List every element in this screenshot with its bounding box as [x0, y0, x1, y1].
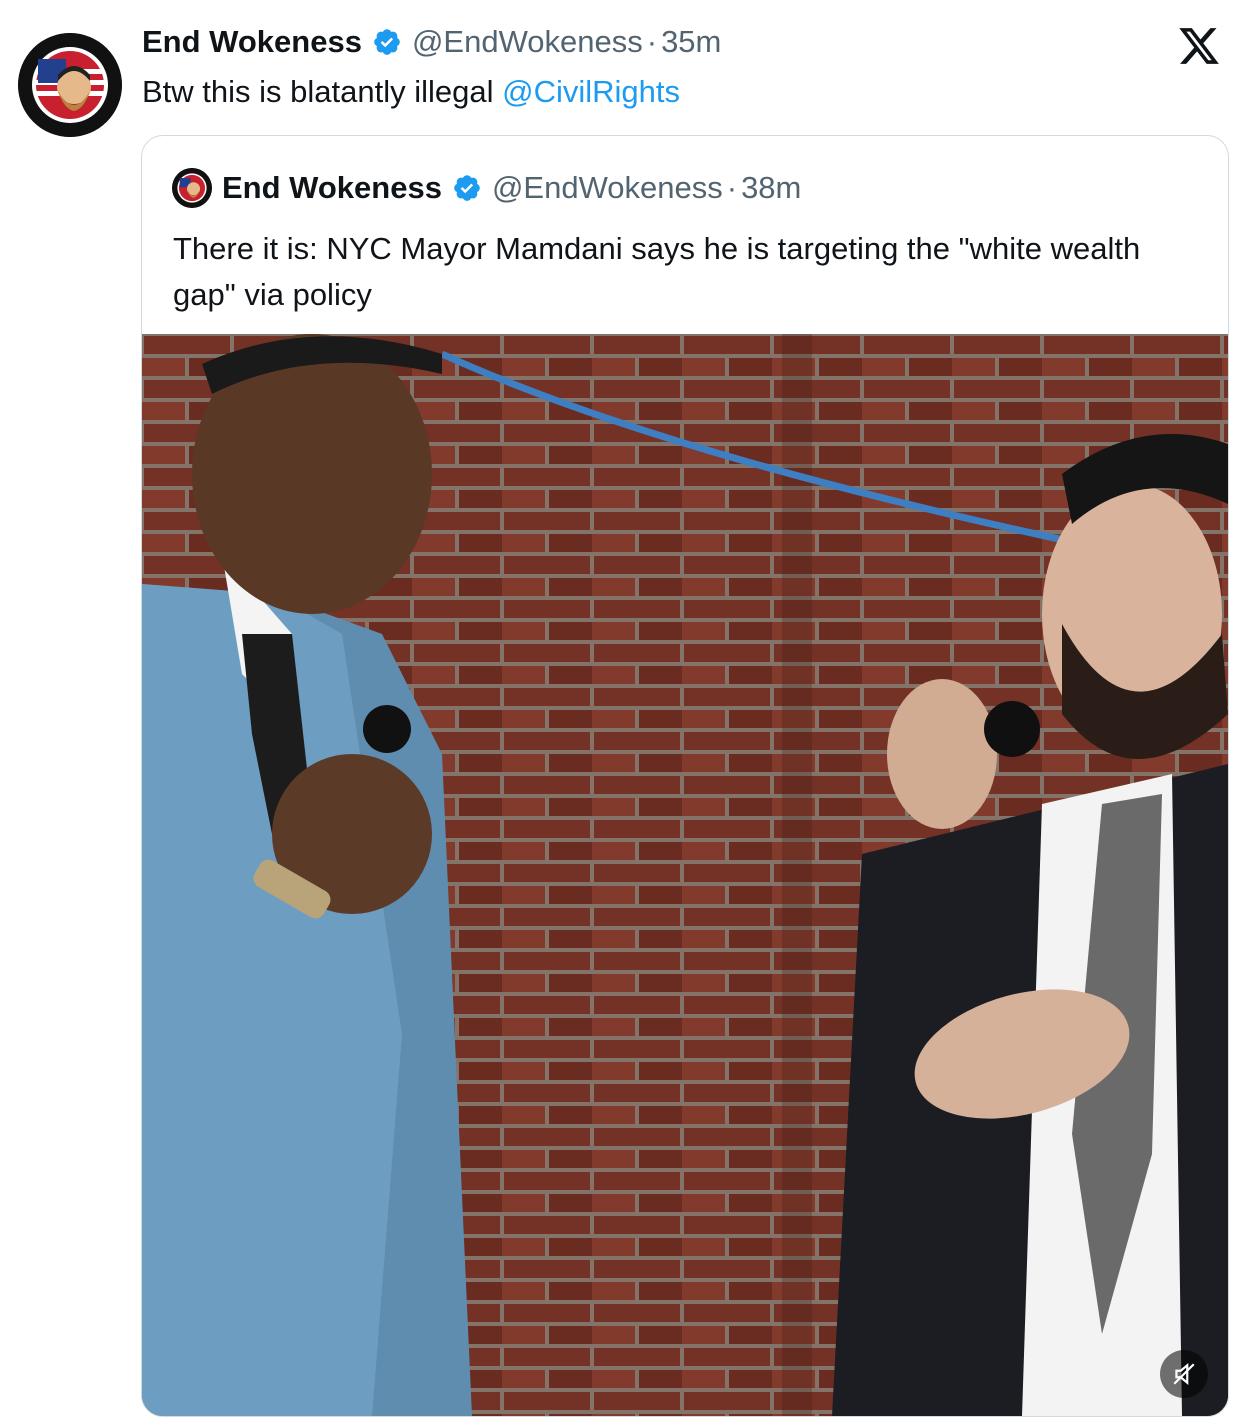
tweet-body: Btw this is blatantly illegal — [142, 74, 503, 109]
quote-author-name[interactable]: End Wokeness — [222, 168, 442, 208]
quote-timestamp[interactable]: 38m — [741, 168, 801, 208]
timestamp[interactable]: 35m — [661, 22, 721, 62]
tweet-text: Btw this is blatantly illegal @CivilRigh… — [142, 72, 680, 112]
quoted-tweet[interactable]: End Wokeness @EndWokeness · 38m There it… — [141, 135, 1229, 1417]
separator-dot: · — [646, 24, 658, 59]
quote-author-handle[interactable]: @EndWokeness — [492, 168, 723, 208]
author-handle[interactable]: @EndWokeness — [412, 22, 643, 62]
mention-link[interactable]: @CivilRights — [502, 74, 680, 109]
video-player[interactable] — [142, 334, 1228, 1416]
avatar-logo — [172, 168, 212, 208]
x-logo-icon[interactable] — [1177, 24, 1221, 68]
author-name[interactable]: End Wokeness — [142, 22, 362, 62]
verified-badge-icon — [454, 175, 480, 201]
tweet-header: End Wokeness @EndWokeness · 35m — [142, 22, 721, 62]
avatar-logo — [18, 33, 122, 137]
quote-text: There it is: NYC Mayor Mamdani says he i… — [173, 231, 1141, 312]
separator-dot: · — [726, 170, 738, 205]
muted-speaker-icon — [1173, 1363, 1195, 1385]
author-avatar[interactable] — [18, 33, 122, 137]
video-frame — [142, 334, 1228, 1416]
mute-button[interactable] — [1160, 1350, 1208, 1398]
verified-badge-icon — [374, 29, 400, 55]
quote-header: End Wokeness @EndWokeness · 38m — [172, 168, 801, 208]
quote-author-avatar[interactable] — [172, 168, 212, 208]
